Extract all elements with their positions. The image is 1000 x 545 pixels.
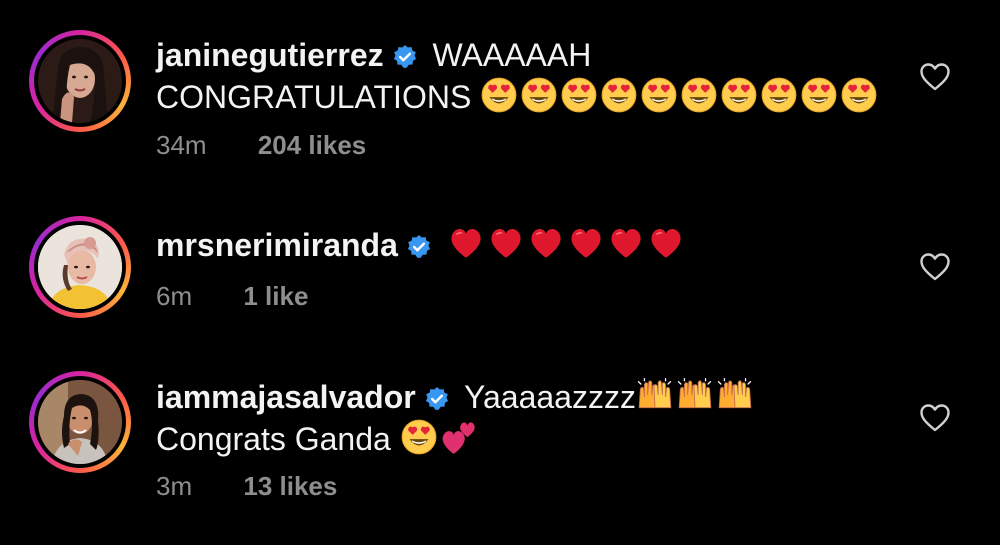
comment-username[interactable]: iammajasalvador bbox=[156, 379, 416, 415]
emoji-group bbox=[480, 79, 880, 115]
red-heart-emoji bbox=[447, 224, 485, 262]
avatar[interactable] bbox=[29, 371, 131, 473]
like-heart-icon[interactable] bbox=[919, 62, 951, 92]
heart-eyes-emoji bbox=[680, 76, 718, 114]
comment-username[interactable]: mrsnerimiranda bbox=[156, 227, 398, 263]
heart-eyes-emoji bbox=[760, 76, 798, 114]
comment-time: 6m bbox=[156, 281, 193, 311]
like-heart-icon[interactable] bbox=[919, 252, 951, 282]
avatar[interactable] bbox=[29, 30, 131, 132]
heart-eyes-emoji bbox=[400, 418, 438, 456]
heart-eyes-emoji bbox=[600, 76, 638, 114]
raising-hands-emoji bbox=[636, 376, 674, 414]
emoji-group bbox=[447, 227, 687, 263]
red-heart-emoji bbox=[527, 224, 565, 262]
comment-username[interactable]: janinegutierrez bbox=[156, 37, 384, 73]
heart-eyes-emoji bbox=[560, 76, 598, 114]
heart-eyes-emoji bbox=[800, 76, 838, 114]
red-heart-emoji bbox=[607, 224, 645, 262]
comment-likes-link[interactable]: 13 likes bbox=[243, 471, 337, 501]
heart-eyes-emoji bbox=[720, 76, 758, 114]
red-heart-emoji bbox=[567, 224, 605, 262]
like-heart-icon[interactable] bbox=[919, 403, 951, 433]
heart-eyes-emoji bbox=[480, 76, 518, 114]
comment-text-line2: Congrats Ganda bbox=[156, 421, 391, 457]
verified-badge-icon bbox=[392, 44, 418, 70]
comment-time: 34m bbox=[156, 130, 207, 160]
verified-badge-icon bbox=[424, 386, 450, 412]
comment-likes-link[interactable]: 1 like bbox=[243, 281, 308, 311]
comment-likes-link[interactable]: 204 likes bbox=[258, 130, 366, 160]
verified-badge-icon bbox=[406, 234, 432, 260]
heart-eyes-emoji bbox=[840, 76, 878, 114]
red-heart-emoji bbox=[487, 224, 525, 262]
two-hearts-emoji bbox=[440, 418, 478, 456]
comment-text: Yaaaaazzzz bbox=[464, 379, 636, 415]
emoji-group bbox=[636, 379, 756, 415]
avatar[interactable] bbox=[29, 216, 131, 318]
emoji-group bbox=[400, 421, 480, 457]
red-heart-emoji bbox=[647, 224, 685, 262]
heart-eyes-emoji bbox=[520, 76, 558, 114]
raising-hands-emoji bbox=[676, 376, 714, 414]
raising-hands-emoji bbox=[716, 376, 754, 414]
heart-eyes-emoji bbox=[640, 76, 678, 114]
comment-time: 3m bbox=[156, 471, 193, 501]
